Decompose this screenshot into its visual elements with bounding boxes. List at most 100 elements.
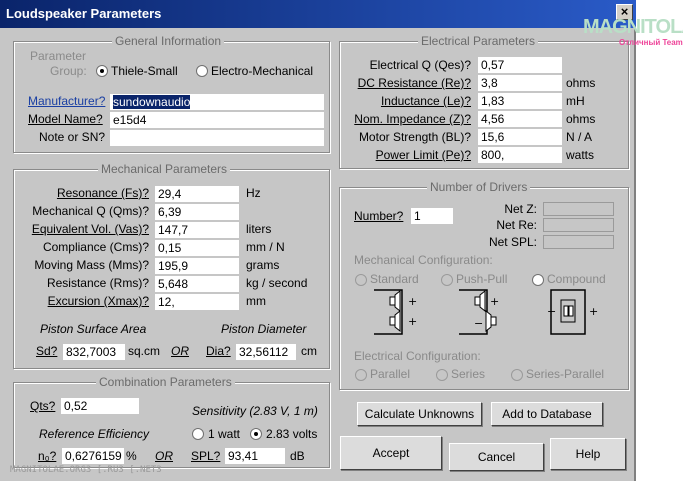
z-label[interactable]: Nom. Impedance (Z)? [354, 112, 471, 126]
radio-standard-label[interactable]: Standard [370, 272, 419, 286]
z-field[interactable]: 4,56 [478, 111, 562, 127]
net-spl-readout [543, 235, 614, 249]
le-label[interactable]: Inductance (Le)? [381, 94, 471, 108]
vas-label[interactable]: Equivalent Vol. (Vas)? [32, 222, 149, 236]
mms-unit: grams [246, 258, 280, 272]
drivers-group: Number of Drivers Number? 1 Net Z: Net R… [339, 180, 629, 390]
radio-series-parallel[interactable] [511, 369, 523, 381]
n0-value: 0,6276159 [65, 449, 122, 463]
radio-push-pull-label[interactable]: Push-Pull [456, 272, 507, 286]
re-field[interactable]: 3,8 [478, 75, 562, 91]
spl-value: 93,41 [228, 449, 259, 463]
radio-1-watt[interactable] [192, 428, 204, 440]
radio-series-label[interactable]: Series [451, 367, 485, 381]
xmax-field[interactable]: 12, [155, 294, 239, 310]
radio-1-watt-label[interactable]: 1 watt [208, 427, 240, 441]
cms-value: 0,15 [158, 241, 182, 255]
rms-field[interactable]: 5,648 [155, 276, 239, 292]
model-name-field[interactable]: e15d4 [110, 112, 324, 128]
spl-field[interactable]: 93,41 [225, 448, 285, 464]
spl-unit: dB [290, 449, 305, 463]
help-button[interactable]: Help [550, 438, 626, 470]
le-unit: mH [566, 94, 585, 108]
radio-compound-label[interactable]: Compound [547, 272, 606, 286]
net-re-readout [543, 218, 614, 232]
number-field[interactable]: 1 [411, 208, 453, 224]
watermark-team-text: Отличный Team [619, 38, 683, 47]
xmax-label[interactable]: Excursion (Xmax)? [48, 294, 149, 308]
svg-text:+: + [589, 305, 598, 318]
mech-q-label: Mechanical Q (Qms)? [32, 204, 149, 218]
manufacturer-field[interactable]: sundownaudio [110, 94, 324, 110]
combination-legend: Combination Parameters [96, 375, 235, 389]
sd-label[interactable]: Sd? [36, 344, 57, 358]
drivers-legend: Number of Drivers [427, 180, 531, 194]
radio-series-parallel-label[interactable]: Series-Parallel [526, 367, 604, 381]
accept-button[interactable]: Accept [340, 436, 442, 470]
piston-diameter-title: Piston Diameter [221, 322, 307, 336]
pe-value: 800, [481, 148, 505, 162]
pe-field[interactable]: 800, [478, 147, 562, 163]
mms-value: 195,9 [158, 259, 189, 273]
mech-q-field[interactable]: 6,39 [155, 204, 239, 220]
radio-thiele-small[interactable] [96, 65, 108, 77]
le-field[interactable]: 1,83 [478, 93, 562, 109]
re-label[interactable]: DC Resistance (Re)? [358, 76, 471, 90]
net-z-label: Net Z: [504, 202, 537, 216]
resonance-field[interactable]: 29,4 [155, 186, 239, 202]
standard-config-icon: + + [374, 289, 417, 335]
number-label[interactable]: Number? [354, 209, 403, 223]
vas-field[interactable]: 147,7 [155, 222, 239, 238]
sd-field[interactable]: 832,7003 [63, 344, 125, 360]
radio-283-volts[interactable] [250, 428, 262, 440]
radio-electro-mechanical[interactable] [196, 65, 208, 77]
note-field[interactable] [110, 130, 324, 146]
mms-label: Moving Mass (Mms)? [34, 258, 149, 272]
radio-283-volts-label[interactable]: 2.83 volts [266, 427, 317, 441]
svg-text:+: + [408, 315, 417, 328]
qts-label[interactable]: Qts? [30, 399, 55, 413]
qts-value: 0,52 [64, 399, 88, 413]
qes-label: Electrical Q (Qes)? [369, 58, 471, 72]
rms-unit: kg / second [246, 276, 308, 290]
dia-label[interactable]: Dia? [206, 344, 231, 358]
add-to-database-button[interactable]: Add to Database [491, 402, 603, 426]
compound-config-icon: − + [547, 289, 598, 335]
svg-text:+: + [408, 295, 417, 308]
pe-unit: watts [566, 148, 595, 162]
spl-label[interactable]: SPL? [191, 449, 220, 463]
model-name-label[interactable]: Model Name? [28, 112, 103, 126]
note-label: Note or SN? [39, 130, 106, 144]
qts-field[interactable]: 0,52 [61, 398, 139, 414]
n0-label[interactable]: n₀? [38, 449, 56, 463]
area-or-label: OR [171, 344, 189, 358]
radio-compound[interactable] [532, 274, 544, 286]
cancel-button[interactable]: Cancel [449, 443, 544, 471]
manufacturer-label[interactable]: Manufacturer? [28, 94, 105, 108]
dia-field[interactable]: 32,56112 [236, 344, 296, 360]
electrical-legend: Electrical Parameters [418, 34, 539, 48]
pe-label[interactable]: Power Limit (Pe)? [376, 148, 471, 162]
mms-field[interactable]: 195,9 [155, 258, 239, 274]
param-group-label-1: Parameter [30, 49, 87, 63]
radio-parallel[interactable] [355, 369, 367, 381]
radio-parallel-label[interactable]: Parallel [370, 367, 410, 381]
mechanical-legend: Mechanical Parameters [98, 162, 231, 176]
radio-series[interactable] [436, 369, 448, 381]
watermark-logo: MAGNITOLA Отличный Team [583, 16, 683, 50]
net-z-readout [543, 202, 614, 216]
radio-push-pull[interactable] [441, 274, 453, 286]
net-re-label: Net Re: [496, 218, 537, 232]
cms-field[interactable]: 0,15 [155, 240, 239, 256]
radio-standard[interactable] [355, 274, 367, 286]
qes-value: 0,57 [481, 58, 505, 72]
model-name-value: e15d4 [113, 113, 147, 127]
radio-electro-mechanical-label[interactable]: Electro-Mechanical [211, 64, 313, 78]
calculate-unknowns-button[interactable]: Calculate Unknowns [357, 402, 482, 426]
bl-field[interactable]: 15,6 [478, 129, 562, 145]
qes-field[interactable]: 0,57 [478, 57, 562, 73]
resonance-label[interactable]: Resonance (Fs)? [57, 186, 149, 200]
bl-value: 15,6 [481, 130, 505, 144]
n0-field[interactable]: 0,6276159 [62, 448, 124, 464]
radio-thiele-small-label[interactable]: Thiele-Small [111, 64, 178, 78]
